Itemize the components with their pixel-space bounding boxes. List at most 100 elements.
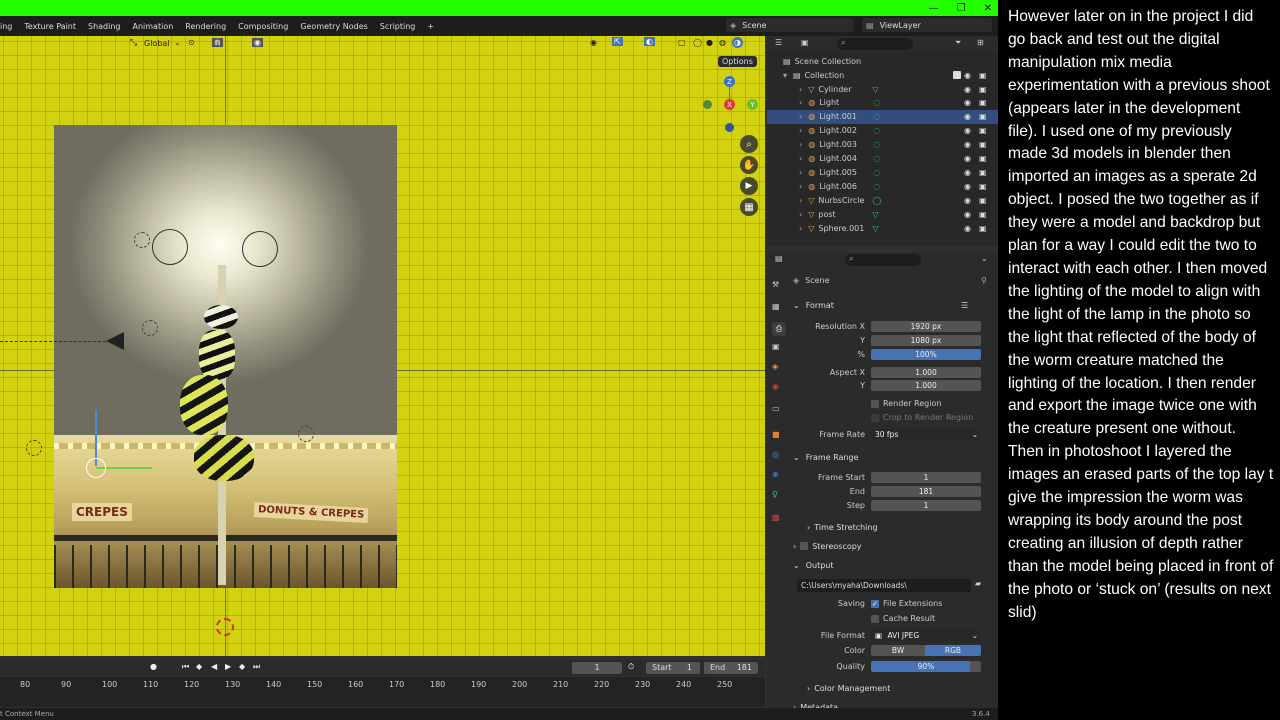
axis-neg-z-icon[interactable] (725, 123, 734, 132)
display-mode-icon[interactable]: ▣ (801, 38, 809, 47)
light-gizmo-3[interactable] (134, 232, 150, 248)
tool-tab-icon[interactable]: ⚒ (772, 280, 779, 289)
keyframe-dot-icon[interactable]: ● (150, 662, 157, 671)
scene-tab-icon[interactable]: ◈ (772, 362, 778, 371)
item-render-icon[interactable]: ▣ (979, 85, 987, 94)
outliner-search-input[interactable] (837, 38, 913, 50)
minimize-icon[interactable]: — (929, 3, 939, 14)
frame-start-field[interactable]: 1 (871, 472, 981, 483)
presets-list-icon[interactable]: ☰ (961, 301, 968, 310)
expand-chevron-right-icon[interactable]: › (799, 224, 802, 233)
editor-type-icon[interactable]: ☰ (775, 38, 782, 47)
time-stretching-subpanel[interactable]: › Time Stretching (807, 520, 998, 534)
render-region-checkbox[interactable] (871, 399, 879, 408)
navigation-gizmo[interactable]: Z X Y (700, 76, 760, 136)
item-visibility-icon[interactable]: ◉ (964, 85, 971, 94)
item-render-icon[interactable]: ▣ (979, 210, 987, 219)
output-path-field[interactable]: C:\Users\myaha\Downloads\ (797, 579, 971, 592)
view-layer-tab-icon[interactable]: ▣ (772, 342, 780, 351)
light-gizmo-1[interactable] (152, 229, 188, 265)
collection-visibility-icon[interactable]: ◉ (964, 71, 971, 80)
pivot-icon[interactable]: ⊙ (188, 38, 195, 47)
item-render-icon[interactable]: ▣ (979, 140, 987, 149)
collection-tab-icon[interactable]: ▭ (772, 404, 780, 413)
start-frame-field[interactable]: Start 1 (646, 662, 700, 674)
jump-start-icon[interactable]: ⏮ (182, 662, 189, 672)
current-frame-field[interactable]: 1 (572, 662, 622, 674)
output-tab-icon[interactable]: ⎙ (772, 322, 786, 336)
tab-layout[interactable]: ing (0, 22, 18, 31)
snap-icon[interactable]: ⋒ (212, 38, 223, 47)
jump-end-icon[interactable]: ⏭ (253, 662, 260, 672)
xray-icon[interactable]: ▢ (678, 38, 686, 47)
resolution-x-field[interactable]: 1920 px (871, 321, 981, 332)
options-button[interactable]: Options (718, 56, 757, 67)
expand-chevron-right-icon[interactable]: › (799, 140, 802, 149)
light-gizmo-4[interactable] (142, 320, 158, 336)
file-extensions-checkbox[interactable]: ✓ (871, 599, 879, 608)
color-bw-button[interactable]: BW (871, 645, 925, 656)
3d-cursor-icon[interactable] (216, 618, 234, 636)
3d-viewport[interactable]: CREPES DONUTS & CREPES Z X Y ⌕ ✋ ▶ ▦ (0, 36, 765, 656)
prev-keyframe-icon[interactable]: ◆ (196, 662, 202, 671)
expand-chevron-right-icon[interactable]: › (799, 182, 802, 191)
properties-menu-chevron-icon[interactable]: ⌄ (981, 254, 988, 263)
expand-chevron-right-icon[interactable]: › (799, 85, 802, 94)
quality-slider[interactable]: 90% (871, 661, 981, 672)
light-gizmo-5[interactable] (26, 440, 42, 456)
proportional-edit-icon[interactable]: ◉ (252, 38, 263, 47)
reference-photo-plane[interactable]: CREPES DONUTS & CREPES (54, 125, 397, 588)
shading-solid-icon[interactable]: ● (706, 38, 713, 47)
file-format-dropdown[interactable]: ▣ AVI JPEG ⌄ (871, 630, 981, 641)
light-gizmo-6[interactable] (298, 426, 314, 442)
collection-row[interactable]: ▾ ▤ Collection ◉ ▣ (767, 68, 998, 82)
item-visibility-icon[interactable]: ◉ (964, 210, 971, 219)
outliner-row[interactable]: › ▽ Cylinder ▽ ◉ ▣ (767, 82, 998, 96)
scene-collection-row[interactable]: ▤ Scene Collection (767, 54, 998, 68)
item-visibility-icon[interactable]: ◉ (964, 112, 971, 121)
zoom-icon[interactable]: ⌕ (740, 135, 758, 153)
scene-selector[interactable]: ◈ Scene (726, 18, 854, 32)
item-render-icon[interactable]: ▣ (979, 112, 987, 121)
aspect-x-field[interactable]: 1.000 (871, 367, 981, 378)
add-workspace-button[interactable]: + (421, 22, 440, 31)
pan-hand-icon[interactable]: ✋ (740, 156, 758, 174)
outliner-row[interactable]: › ◍ Light.002 ◌ ◉ ▣ (767, 124, 998, 138)
stereoscopy-checkbox[interactable] (800, 542, 809, 550)
transform-origin[interactable] (86, 458, 106, 478)
expand-chevron-right-icon[interactable]: › (799, 112, 802, 121)
item-render-icon[interactable]: ▣ (979, 224, 987, 233)
expand-chevron-right-icon[interactable]: › (799, 98, 802, 107)
properties-editor-icon[interactable]: ▤ (775, 254, 783, 263)
constraints-tab-icon[interactable]: ⊕ (772, 470, 779, 479)
timeline-ruler[interactable]: 80 90 100 110 120 130 140 150 160 170 180 190 200 210… (0, 677, 765, 707)
maximize-icon[interactable]: ❐ (957, 3, 966, 14)
tab-animation[interactable]: Animation (127, 22, 180, 31)
light-gizmo-2[interactable] (242, 231, 278, 267)
stopwatch-icon[interactable]: ⏱ (628, 662, 634, 672)
tab-shading[interactable]: Shading (82, 22, 127, 31)
item-render-icon[interactable]: ▣ (979, 98, 987, 107)
data-tab-icon[interactable]: ♀ (772, 490, 778, 499)
outliner-row[interactable]: › ▽ post ▽ ◉ ▣ (767, 207, 998, 221)
item-visibility-icon[interactable]: ◉ (964, 168, 971, 177)
play-icon[interactable]: ▶ (225, 662, 231, 671)
expand-chevron-down-icon[interactable]: ▾ (783, 71, 787, 80)
axis-x-icon[interactable]: X (724, 99, 735, 110)
item-visibility-icon[interactable]: ◉ (964, 126, 971, 135)
stereoscopy-section-header[interactable]: › Stereoscopy (793, 539, 993, 553)
color-rgb-button[interactable]: RGB (925, 645, 981, 656)
format-section-header[interactable]: ⌄ Format ☰ (793, 298, 993, 312)
expand-chevron-right-icon[interactable]: › (799, 168, 802, 177)
frame-range-section-header[interactable]: ⌄ Frame Range (793, 450, 993, 464)
item-render-icon[interactable]: ▣ (979, 196, 987, 205)
cache-result-checkbox[interactable] (871, 614, 879, 623)
item-render-icon[interactable]: ▣ (979, 154, 987, 163)
gizmo-toggle-icon[interactable]: ⇱ (612, 37, 623, 46)
color-management-subpanel[interactable]: › Color Management (807, 681, 998, 695)
camera-object[interactable] (106, 332, 124, 350)
item-visibility-icon[interactable]: ◉ (964, 196, 971, 205)
expand-chevron-right-icon[interactable]: › (799, 154, 802, 163)
expand-chevron-right-icon[interactable]: › (799, 196, 802, 205)
item-visibility-icon[interactable]: ◉ (964, 224, 971, 233)
